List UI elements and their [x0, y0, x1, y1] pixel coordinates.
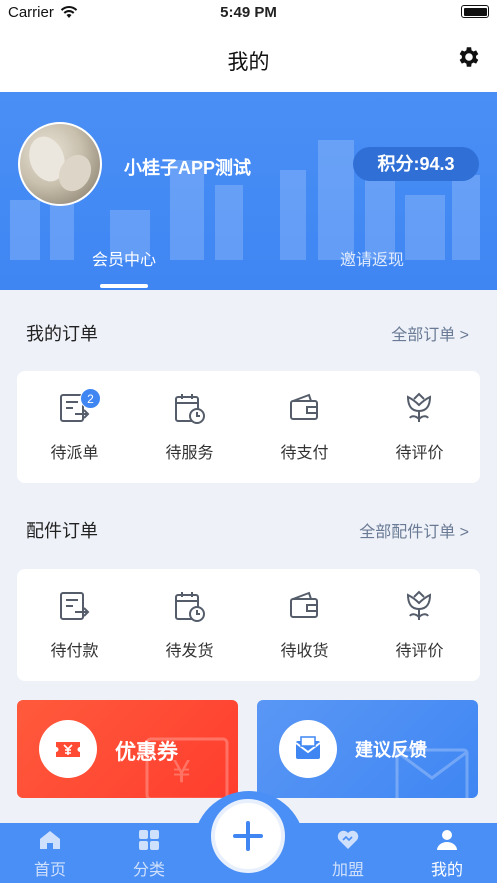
gear-icon[interactable] — [455, 44, 481, 70]
order-status-label: 待服务 — [165, 445, 214, 462]
feedback-icon-circle — [279, 720, 337, 778]
dispatch-icon — [60, 592, 90, 620]
tab-label: 加盟 — [331, 862, 364, 879]
tab-indicator — [100, 284, 148, 288]
parts-orders-header: 配件订单 全部配件订单 > — [0, 507, 497, 547]
parts-orders-card: 待付款 待发货 待收货 待评价 — [17, 569, 480, 681]
profile-header: 小桂子APP测试 积分:94.3 会员中心 邀请返现 — [0, 92, 497, 290]
section-title: 我的订单 — [26, 324, 98, 344]
points-badge[interactable]: 积分:94.3 — [353, 147, 479, 181]
tab-member-center[interactable]: 会员中心 — [44, 246, 204, 270]
home-icon — [40, 831, 60, 849]
tab-invite-cashback[interactable]: 邀请返现 — [292, 246, 452, 270]
center-add-button[interactable] — [211, 799, 285, 873]
parts-status-label: 待收货 — [280, 643, 329, 660]
flower-icon — [406, 392, 432, 422]
bottom-tab-bar: 首页 分类 加盟 我的 — [0, 791, 497, 883]
parts-status-label: 待发货 — [165, 643, 214, 660]
parts-status-pending-payment[interactable]: 待付款 — [17, 569, 132, 681]
my-orders-header: 我的订单 全部订单 > — [0, 310, 497, 350]
username: 小桂子APP测试 — [124, 158, 252, 178]
tab-label: 我的 — [430, 862, 463, 879]
clock: 5:49 PM — [220, 4, 277, 21]
wallet-icon — [290, 393, 318, 420]
all-orders-link[interactable]: 全部订单 > — [391, 321, 469, 345]
handshake-icon — [337, 830, 359, 849]
feedback-label: 建议反馈 — [355, 740, 427, 760]
order-status-label: 待支付 — [280, 445, 329, 462]
page-title: 我的 — [227, 51, 270, 74]
order-status-pending-payment[interactable]: 待支付 — [247, 371, 362, 483]
parts-status-pending-receipt[interactable]: 待收货 — [247, 569, 362, 681]
parts-status-label: 待付款 — [50, 643, 99, 660]
tab-home[interactable]: 首页 — [15, 823, 85, 883]
wallet-icon — [290, 591, 318, 618]
nav-bar: 我的 — [0, 26, 497, 92]
tab-label: 首页 — [33, 862, 66, 879]
coupon-label: 优惠券 — [115, 741, 178, 764]
order-status-label: 待派单 — [50, 445, 99, 462]
mail-icon — [295, 736, 321, 759]
user-icon — [437, 830, 457, 850]
section-title: 配件订单 — [26, 521, 98, 541]
order-status-pending-service[interactable]: 待服务 — [132, 371, 247, 483]
calendar-clock-icon — [175, 592, 205, 622]
coupon-icon-circle — [39, 720, 97, 778]
calendar-clock-icon — [175, 394, 205, 424]
plus-icon — [233, 821, 263, 851]
status-bar: Carrier 5:49 PM — [0, 0, 497, 26]
parts-status-label: 待评价 — [395, 643, 444, 660]
tab-category[interactable]: 分类 — [114, 823, 184, 883]
my-orders-card: 2 待派单 待服务 待支付 待评价 — [17, 371, 480, 483]
all-parts-orders-link[interactable]: 全部配件订单 > — [359, 518, 469, 542]
coupon-icon — [56, 742, 80, 757]
notification-badge: 2 — [80, 388, 101, 409]
battery-icon — [461, 5, 489, 18]
grid-icon — [139, 830, 159, 850]
coupon-banner[interactable]: ¥ 优惠券 — [17, 700, 238, 798]
order-status-pending-dispatch[interactable]: 2 待派单 — [17, 371, 132, 483]
tab-franchise[interactable]: 加盟 — [313, 823, 383, 883]
parts-status-pending-review[interactable]: 待评价 — [362, 569, 477, 681]
feedback-banner[interactable]: 建议反馈 — [257, 700, 478, 798]
tab-label: 分类 — [132, 862, 165, 879]
flower-icon — [406, 590, 432, 620]
order-status-label: 待评价 — [395, 445, 444, 462]
order-status-pending-review[interactable]: 待评价 — [362, 371, 477, 483]
parts-status-pending-shipment[interactable]: 待发货 — [132, 569, 247, 681]
tab-mine[interactable]: 我的 — [412, 823, 482, 883]
avatar[interactable] — [18, 122, 102, 206]
